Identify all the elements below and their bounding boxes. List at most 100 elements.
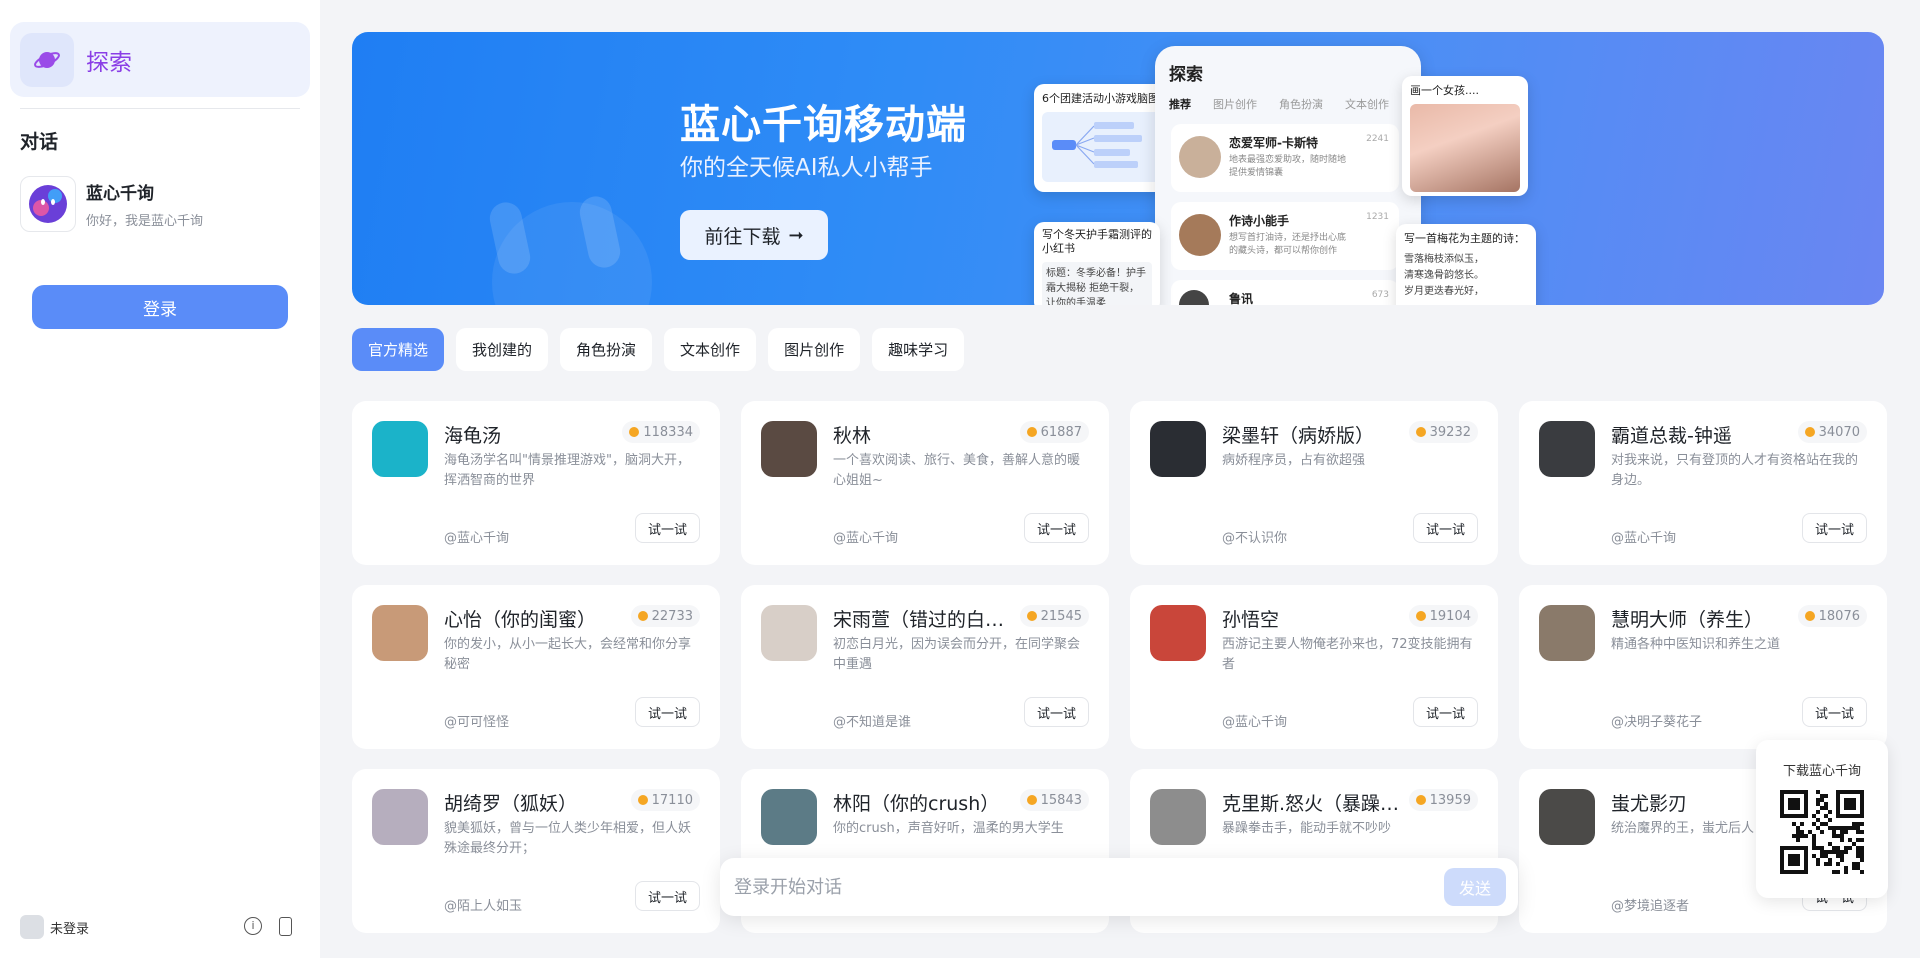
agent-card[interactable]: 秋林 61887 一个喜欢阅读、旅行、美食，善解人意的暖心姐姐~ @蓝心千询 试一试 bbox=[741, 401, 1109, 565]
info-icon[interactable]: i bbox=[244, 917, 262, 935]
popularity-badge: 13959 bbox=[1408, 789, 1478, 811]
avatar bbox=[1150, 421, 1206, 477]
nav-explore[interactable]: 探索 bbox=[10, 22, 310, 97]
try-button[interactable]: 试一试 bbox=[1412, 513, 1478, 543]
avatar bbox=[1150, 789, 1206, 845]
phone-tab: 图片创作 bbox=[1213, 98, 1257, 111]
coin-icon bbox=[1415, 795, 1426, 805]
try-button[interactable]: 试一试 bbox=[1023, 697, 1089, 727]
popularity-count: 39232 bbox=[1429, 424, 1471, 440]
download-button[interactable]: 前往下载 ➞ bbox=[680, 210, 828, 260]
popularity-badge: 15843 bbox=[1019, 789, 1089, 811]
tab-writing[interactable]: 文本创作 bbox=[664, 328, 757, 371]
try-button[interactable]: 试一试 bbox=[634, 697, 700, 727]
tab-learning[interactable]: 趣味学习 bbox=[872, 328, 965, 371]
tab-created[interactable]: 我创建的 bbox=[456, 328, 549, 371]
login-button[interactable]: 登录 bbox=[32, 285, 288, 329]
user-avatar[interactable] bbox=[20, 915, 44, 939]
agent-card[interactable]: 慧明大师（养生） 18076 精通各种中医知识和养生之道 @决明子葵花子 试一试 bbox=[1519, 585, 1887, 749]
popularity-badge: 34070 bbox=[1797, 421, 1867, 443]
chat-input-bar: 发送 bbox=[720, 858, 1518, 916]
sidebar-footer: 未登录 i bbox=[10, 908, 310, 946]
chat-preview: 你好，我是蓝心千询 bbox=[86, 214, 204, 229]
agent-card[interactable]: 霸道总裁-钟遥 34070 对我来说，只有登顶的人才有资格站在我的身边。 @蓝心千询 试… bbox=[1519, 401, 1887, 565]
preview-image-card: 画一个女孩.... bbox=[1402, 76, 1528, 196]
popularity-count: 34070 bbox=[1818, 424, 1860, 440]
phone-tab: 角色扮演 bbox=[1279, 98, 1323, 111]
poem-line: 岁月更迭春光好， bbox=[1404, 286, 1484, 297]
mobile-icon[interactable] bbox=[279, 917, 292, 936]
preview-poem-title: 写一首梅花为主题的诗： bbox=[1404, 232, 1525, 245]
agent-author: @不认识你 bbox=[1222, 531, 1288, 546]
agent-description: 暴躁拳击手，能动手就不吵吵 bbox=[1222, 821, 1392, 836]
avatar bbox=[1179, 136, 1221, 178]
avatar bbox=[372, 605, 428, 661]
user-status[interactable]: 未登录 bbox=[50, 918, 89, 937]
phone-item-desc: 想写首打油诗，还是抒出心底的藏头诗，都可以帮你创作 bbox=[1229, 233, 1347, 256]
try-button[interactable]: 试一试 bbox=[634, 513, 700, 543]
phone-item-name: 鲁讯 bbox=[1229, 292, 1254, 305]
tab-roleplay[interactable]: 角色扮演 bbox=[560, 328, 653, 371]
avatar bbox=[761, 789, 817, 845]
popularity-badge: 39232 bbox=[1408, 421, 1478, 443]
tab-official[interactable]: 官方精选 bbox=[352, 328, 445, 371]
popularity-count: 118334 bbox=[643, 424, 693, 440]
preview-mindmap-card: 6个团建活动小游戏脑图 bbox=[1034, 84, 1170, 192]
agent-author: @可可怪怪 bbox=[444, 715, 510, 730]
try-button[interactable]: 试一试 bbox=[634, 881, 700, 911]
popularity-badge: 19104 bbox=[1408, 605, 1478, 627]
phone-list-item: 作诗小能手 想写首打油诗，还是抒出心底的藏头诗，都可以帮你创作 1231 bbox=[1171, 202, 1399, 270]
chat-item[interactable]: 蓝心千询 你好，我是蓝心千询 bbox=[20, 175, 310, 233]
agent-name: 秋林 bbox=[833, 425, 872, 447]
agent-card[interactable]: 孙悟空 19104 西游记主要人物俺老孙来也，72变技能拥有者 @蓝心千询 试一试 bbox=[1130, 585, 1498, 749]
try-button[interactable]: 试一试 bbox=[1801, 697, 1867, 727]
popularity-badge: 118334 bbox=[622, 421, 700, 443]
avatar bbox=[761, 605, 817, 661]
try-button[interactable]: 试一试 bbox=[1412, 697, 1478, 727]
agent-author: @陌上人如玉 bbox=[444, 899, 523, 914]
chat-input[interactable] bbox=[734, 870, 1414, 904]
popularity-count: 17110 bbox=[651, 792, 693, 808]
preview-poem-card: 写一首梅花为主题的诗： 雪落梅枝添似玉， 清寒逸骨韵悠长。 岁月更迭春光好， bbox=[1396, 224, 1536, 305]
agent-author: @蓝心千询 bbox=[1611, 531, 1677, 546]
promo-banner[interactable]: 蓝心千询移动端 你的全天候AI私人小帮手 前往下载 ➞ 6个团建活动小游戏脑图 … bbox=[352, 32, 1884, 305]
try-button[interactable]: 试一试 bbox=[1801, 513, 1867, 543]
tab-image[interactable]: 图片创作 bbox=[768, 328, 861, 371]
agent-description: 病娇程序员，占有欲超强 bbox=[1222, 453, 1366, 468]
agent-card[interactable]: 梁墨轩（病娇版） 39232 病娇程序员，占有欲超强 @不认识你 试一试 bbox=[1130, 401, 1498, 565]
agent-description: 精通各种中医知识和养生之道 bbox=[1611, 637, 1781, 652]
banner-title: 蓝心千询移动端 bbox=[680, 102, 967, 148]
phone-mockup: 探索 推荐 图片创作 角色扮演 文本创作 恋爱军师-卡斯特 地表最强恋爱助攻，随… bbox=[1155, 46, 1421, 305]
coin-icon bbox=[1415, 611, 1426, 621]
agent-author: @蓝心千询 bbox=[1222, 715, 1288, 730]
popularity-badge: 21545 bbox=[1019, 605, 1089, 627]
download-button-label: 前往下载 bbox=[704, 225, 781, 248]
agent-card[interactable]: 海龟汤 118334 海龟汤学名叫"情景推理游戏"，脑洞大开，挥洒智商的世界 @蓝心千… bbox=[352, 401, 720, 565]
avatar bbox=[372, 421, 428, 477]
phone-item-name: 作诗小能手 bbox=[1229, 214, 1290, 228]
popularity-count: 15843 bbox=[1040, 792, 1082, 808]
coin-icon bbox=[1804, 427, 1815, 437]
preview-note-body: 标题：冬季必备！护手霜大揭秘 拒绝干裂，让你的手温柔 bbox=[1042, 262, 1152, 305]
banner-subtitle: 你的全天候AI私人小帮手 bbox=[680, 155, 933, 181]
qr-code bbox=[1780, 790, 1864, 874]
avatar bbox=[1150, 605, 1206, 661]
agent-card[interactable]: 胡绮罗（狐妖） 17110 貌美狐妖，曾与一位人类少年相爱，但人妖殊途最终分开； @陌… bbox=[352, 769, 720, 933]
agent-name: 心怡（你的闺蜜） bbox=[444, 609, 597, 631]
phone-tab: 文本创作 bbox=[1345, 98, 1389, 111]
agent-description: 貌美狐妖，曾与一位人类少年相爱，但人妖殊途最终分开； bbox=[444, 821, 692, 856]
agent-card[interactable]: 宋雨萱（错过的白月光） 21545 初恋白月光，因为误会而分开，在同学聚会中重遇 @不… bbox=[741, 585, 1109, 749]
agent-name: 孙悟空 bbox=[1222, 609, 1280, 631]
agent-author: @梦境追逐者 bbox=[1611, 899, 1690, 914]
avatar bbox=[372, 789, 428, 845]
poem-line: 清寒逸骨韵悠长。 bbox=[1404, 270, 1484, 281]
agent-card[interactable]: 心怡（你的闺蜜） 22733 你的发小，从小一起长大，会经常和你分享秘密 @可可怪怪 试… bbox=[352, 585, 720, 749]
popularity-badge: 18076 bbox=[1797, 605, 1867, 627]
send-button[interactable]: 发送 bbox=[1444, 868, 1506, 906]
agent-description: 对我来说，只有登顶的人才有资格站在我的身边。 bbox=[1611, 453, 1859, 488]
popularity-count: 13959 bbox=[1429, 792, 1471, 808]
try-button[interactable]: 试一试 bbox=[1023, 513, 1089, 543]
qr-panel: 下载蓝心千询 bbox=[1756, 740, 1888, 898]
phone-list-item: 恋爱军师-卡斯特 地表最强恋爱助攻，随时随地提供爱情锦囊 2241 bbox=[1171, 124, 1399, 192]
popularity-count: 21545 bbox=[1040, 608, 1082, 624]
